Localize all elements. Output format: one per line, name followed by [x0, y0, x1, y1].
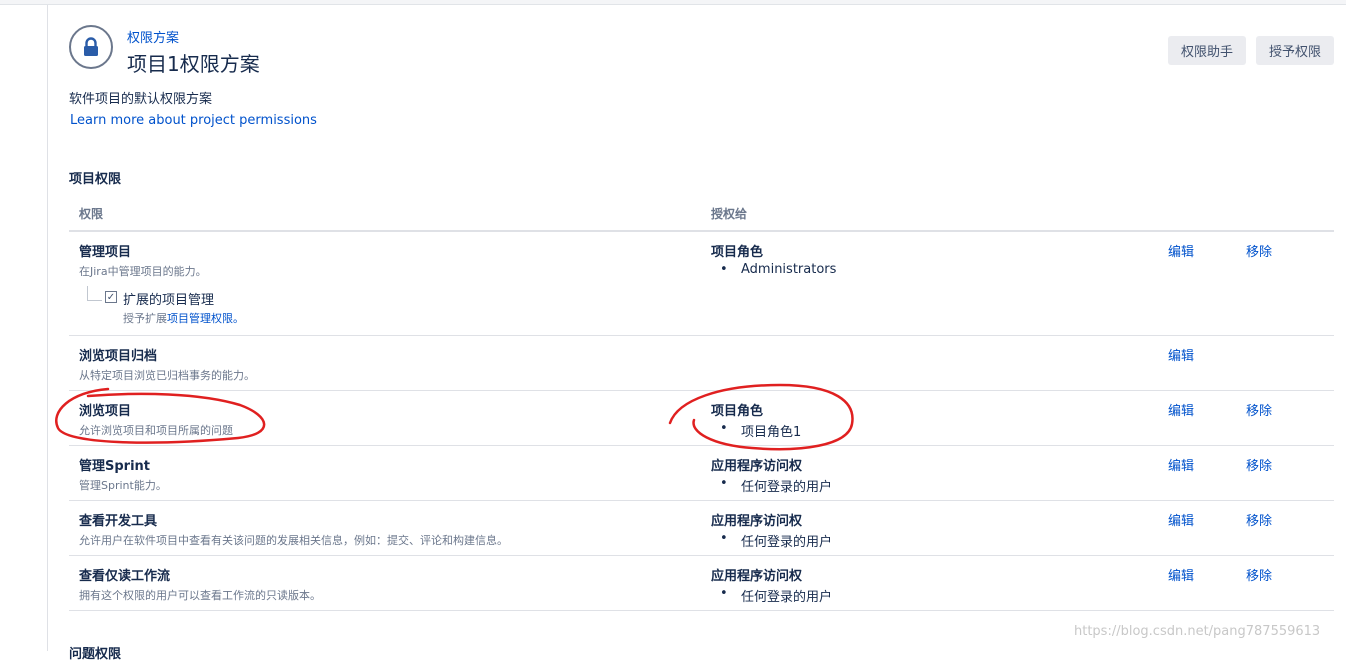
grant-type: 项目角色	[711, 404, 764, 419]
permission-description: 允许浏览项目和项目所属的问题	[79, 424, 233, 437]
grant-item: 任何登录的用户	[720, 531, 832, 550]
permission-description: 允许用户在软件项目中查看有关该问题的发展相关信息，例如：提交、评论和构建信息。	[79, 534, 508, 547]
grant-type: 应用程序访问权	[711, 514, 803, 529]
column-header-permission: 权限	[79, 207, 104, 221]
permission-name: 浏览项目归档	[79, 349, 158, 364]
table-row: 查看仅读工作流 拥有这个权限的用户可以查看工作流的只读版本。 应用程序访问权 任…	[69, 556, 1334, 611]
column-header-granted-to: 授权给	[711, 207, 748, 221]
permission-name: 查看仅读工作流	[79, 569, 171, 584]
remove-link[interactable]: 移除	[1246, 241, 1272, 260]
grant-permission-button[interactable]: 授予权限	[1256, 36, 1334, 65]
edit-link[interactable]: 编辑	[1168, 345, 1194, 364]
permission-description: 从特定项目浏览已归档事务的能力。	[79, 369, 255, 382]
checkbox-icon: ✓	[105, 291, 117, 303]
scheme-description: 软件项目的默认权限方案	[69, 92, 213, 107]
grant-type: 项目角色	[711, 245, 764, 260]
sub-permission-description: 授予扩展项目管理权限。	[123, 310, 244, 326]
grant-item: Administrators	[720, 262, 836, 277]
grant-item: 任何登录的用户	[720, 586, 832, 605]
scheme-avatar	[69, 25, 113, 69]
permission-description: 拥有这个权限的用户可以查看工作流的只读版本。	[79, 589, 321, 602]
permission-name: 查看开发工具	[79, 514, 158, 529]
lock-icon	[84, 37, 98, 56]
edit-link[interactable]: 编辑	[1168, 455, 1194, 474]
learn-more-link[interactable]: Learn more about project permissions	[70, 113, 317, 128]
remove-link[interactable]: 移除	[1246, 565, 1272, 584]
sub-permission-label: 扩展的项目管理	[123, 293, 215, 308]
sidebar-divider	[47, 5, 48, 651]
table-row: 管理Sprint 管理Sprint能力。 应用程序访问权 任何登录的用户 编辑 …	[69, 446, 1334, 501]
table-header: 权限 授权给	[69, 200, 1334, 232]
remove-link[interactable]: 移除	[1246, 400, 1272, 419]
permission-helper-button[interactable]: 权限助手	[1168, 36, 1246, 65]
edit-link[interactable]: 编辑	[1168, 510, 1194, 529]
edit-link[interactable]: 编辑	[1168, 565, 1194, 584]
page-title: 项目1权限方案	[127, 52, 260, 76]
next-section-title: 问题权限	[69, 647, 122, 662]
remove-link[interactable]: 移除	[1246, 455, 1272, 474]
top-bar	[0, 0, 1346, 5]
grant-item: 项目角色1	[720, 421, 801, 440]
watermark: https://blog.csdn.net/pang787559613	[1074, 624, 1321, 639]
permission-name: 管理Sprint	[79, 459, 151, 474]
section-title: 项目权限	[69, 172, 122, 187]
permission-description: 管理Sprint能力。	[79, 479, 167, 492]
table-row: 管理项目 在Jira中管理项目的能力。 ✓ 扩展的项目管理 授予扩展项目管理权限…	[69, 232, 1334, 336]
edit-link[interactable]: 编辑	[1168, 241, 1194, 260]
table-row: 查看开发工具 允许用户在软件项目中查看有关该问题的发展相关信息，例如：提交、评论…	[69, 501, 1334, 556]
breadcrumb-permission-schemes[interactable]: 权限方案	[127, 27, 179, 46]
permission-name: 浏览项目	[79, 404, 132, 419]
grant-item: 任何登录的用户	[720, 476, 832, 495]
remove-link[interactable]: 移除	[1246, 510, 1272, 529]
tree-connector	[87, 286, 102, 301]
permission-name: 管理项目	[79, 245, 132, 260]
table-row: 浏览项目 允许浏览项目和项目所属的问题 项目角色 项目角色1 编辑 移除	[69, 391, 1334, 446]
grant-type: 应用程序访问权	[711, 459, 803, 474]
edit-link[interactable]: 编辑	[1168, 400, 1194, 419]
table-row: 浏览项目归档 从特定项目浏览已归档事务的能力。 编辑	[69, 336, 1334, 391]
project-admin-permission-link[interactable]: 项目管理权限。	[167, 312, 244, 325]
sub-permission-description-text: 授予扩展	[123, 312, 167, 325]
grant-type: 应用程序访问权	[711, 569, 803, 584]
permission-description: 在Jira中管理项目的能力。	[79, 265, 207, 278]
